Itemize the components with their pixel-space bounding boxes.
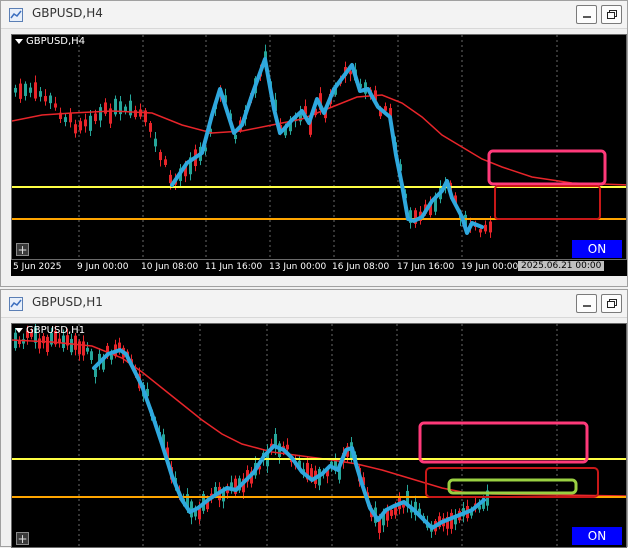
candle-body xyxy=(74,335,77,350)
candle-body xyxy=(94,113,97,122)
candle-body xyxy=(234,134,237,140)
candle-body xyxy=(479,229,482,233)
demand-zone-red xyxy=(494,185,601,220)
candle-body xyxy=(69,113,72,123)
candle-body xyxy=(169,174,172,184)
candle-body xyxy=(54,103,57,108)
minimize-icon xyxy=(583,16,591,18)
candle-body xyxy=(64,117,67,123)
symbol-label-text: GBPUSD,H4 xyxy=(26,36,86,47)
candle-body xyxy=(78,341,81,355)
time-tick: 10 Jun 08:00 xyxy=(141,262,199,272)
candle-body xyxy=(62,335,65,349)
candle-body xyxy=(450,512,453,529)
price-chart-h1[interactable]: GBPUSD,H1 + ON xyxy=(11,323,627,548)
chart-app-icon xyxy=(9,7,23,22)
chart-window-h1: GBPUSD,H1 GBPUSD,H1 + ON xyxy=(0,289,628,548)
candle-body xyxy=(24,83,27,96)
candle-body xyxy=(86,347,89,352)
candle-body xyxy=(489,221,492,233)
candle-body xyxy=(114,98,117,115)
target-zone-green xyxy=(447,478,578,495)
time-tick: 17 Jun 16:00 xyxy=(397,262,455,272)
window-titlebar-h4[interactable]: GBPUSD,H4 xyxy=(1,1,627,29)
chart-canvas-h4 xyxy=(12,35,626,259)
candle-body xyxy=(39,91,42,97)
candle-body xyxy=(159,152,162,161)
candle-body xyxy=(49,95,52,104)
candle-body xyxy=(230,482,233,488)
restore-button[interactable] xyxy=(601,5,622,24)
chart-app-icon xyxy=(9,296,23,311)
candle-body xyxy=(19,83,22,99)
time-tick: 19 Jun 00:00 xyxy=(461,262,519,272)
minimize-button[interactable] xyxy=(576,5,597,24)
time-tick: 13 Jun 00:00 xyxy=(269,262,327,272)
candle-body xyxy=(286,444,289,450)
window-title: GBPUSD,H4 xyxy=(32,6,103,20)
minimize-icon xyxy=(583,305,591,307)
chart-window-h4: GBPUSD,H4 GBPUSD,H4 + ON 5 Jun 2025 9 Ju… xyxy=(0,0,628,287)
candle-body xyxy=(94,368,97,377)
candle-body xyxy=(99,107,102,121)
time-tick: 5 Jun 2025 xyxy=(13,262,62,272)
candle-body xyxy=(129,100,132,116)
candle-body xyxy=(79,121,82,131)
on-toggle-button[interactable]: ON xyxy=(572,527,622,545)
candle-body xyxy=(29,87,32,93)
restore-button[interactable] xyxy=(601,294,622,313)
candle-body xyxy=(84,119,87,127)
candle-body xyxy=(46,336,49,352)
symbol-label: GBPUSD,H4 xyxy=(15,36,85,47)
candle-body xyxy=(134,110,137,118)
candle-body xyxy=(484,224,487,232)
candle-body xyxy=(44,96,47,102)
window-titlebar-h1[interactable]: GBPUSD,H1 xyxy=(1,290,627,318)
expand-button[interactable]: + xyxy=(16,243,29,256)
time-tick: 9 Jun 00:00 xyxy=(77,262,129,272)
trend-zigzag-line xyxy=(92,348,486,530)
candle-body xyxy=(90,351,93,360)
candle-body xyxy=(89,115,92,131)
time-tick: 11 Jun 16:00 xyxy=(205,262,263,272)
candle-body xyxy=(14,87,17,93)
time-axis-h4: 5 Jun 2025 9 Jun 00:00 10 Jun 08:00 11 J… xyxy=(11,260,627,276)
minimize-button[interactable] xyxy=(576,294,597,313)
candle-body xyxy=(390,509,393,516)
candle-body xyxy=(149,123,152,132)
cursor-date-label: 2025.06.21 00:00 xyxy=(518,261,605,271)
on-toggle-button[interactable]: ON xyxy=(572,240,622,258)
candle-body xyxy=(82,341,85,356)
restore-icon xyxy=(607,299,617,308)
restore-icon xyxy=(607,10,617,19)
window-title: GBPUSD,H1 xyxy=(32,295,103,309)
resistance-zone-pink xyxy=(418,421,589,464)
candle-body xyxy=(74,124,77,134)
candle-body xyxy=(34,82,37,99)
symbol-label: GBPUSD,H1 xyxy=(15,325,85,336)
candle-body xyxy=(70,338,73,353)
chart-canvas-h1 xyxy=(12,324,626,547)
symbol-label-text: GBPUSD,H1 xyxy=(26,325,86,336)
expand-button[interactable]: + xyxy=(16,532,29,545)
candle-body xyxy=(154,138,157,147)
candle-body xyxy=(164,159,167,165)
time-tick: 16 Jun 08:00 xyxy=(332,262,390,272)
candle-body xyxy=(38,338,41,349)
price-chart-h4[interactable]: GBPUSD,H4 + ON xyxy=(11,34,627,260)
